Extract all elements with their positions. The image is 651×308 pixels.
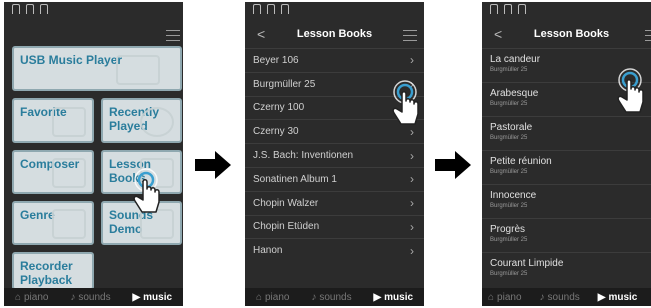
nav-sounds[interactable]: ♪ sounds	[70, 292, 110, 303]
header: < Lesson Books	[245, 20, 424, 48]
tile-label: USB Music Player	[20, 53, 123, 67]
nav-piano[interactable]: ⌂ piano	[15, 292, 49, 303]
list-item[interactable]: Chopin Walzer ›	[245, 190, 424, 215]
chevron-right-icon: ›	[410, 53, 414, 68]
chevron-right-icon: ›	[410, 196, 414, 211]
sounds-icon: ♪	[311, 291, 317, 303]
play-icon: ▶	[373, 291, 382, 303]
list-item[interactable]: Sonatinen Album 1 ›	[245, 166, 424, 191]
nav-music[interactable]: ▶ music	[373, 292, 413, 303]
nav-piano[interactable]: ⌂ piano	[256, 292, 290, 303]
list-item[interactable]: J.S. Bach: Inventionen ›	[245, 143, 424, 167]
heart-icon	[52, 107, 86, 137]
play-icon: ▶	[597, 291, 606, 303]
bottom-nav: ⌂ piano ♪ sounds ▶ music	[245, 288, 424, 306]
nav-piano[interactable]: ⌂ piano	[488, 292, 522, 303]
piano-icon: ⌂	[14, 291, 21, 303]
nav-music[interactable]: ▶ music	[598, 292, 638, 303]
menu-icon[interactable]	[645, 30, 651, 41]
list-item[interactable]: Innocence Burgmüller 25	[482, 184, 651, 218]
tap-hand-icon	[617, 68, 644, 113]
page-title: Lesson Books	[533, 28, 610, 40]
bottom-nav: ⌂ piano ♪ sounds ▶ music	[482, 288, 651, 306]
arrow-right-icon	[435, 151, 471, 179]
status-icons	[12, 4, 48, 18]
tile-label: Genre	[20, 208, 55, 222]
burgmuller-list-screen: < Lesson Books La candeur Burgmüller 25 A…	[482, 2, 651, 306]
list-item[interactable]: Hanon ›	[245, 238, 424, 262]
tile-composer[interactable]: Composer	[12, 150, 94, 194]
tile-usb-music-player[interactable]: USB Music Player	[12, 46, 182, 91]
list-item[interactable]: Petite réunion Burgmüller 25	[482, 150, 651, 184]
sounds-icon: ♪	[539, 291, 545, 303]
menu-icon[interactable]	[166, 30, 180, 41]
list-item[interactable]: Chopin Etüden ›	[245, 214, 424, 239]
list-item[interactable]: Progrès Burgmüller 25	[482, 218, 651, 252]
sounds-icon: ♪	[70, 291, 76, 303]
page-title: Lesson Books	[296, 28, 373, 40]
piano-icon: ⌂	[488, 291, 495, 303]
list-item[interactable]: Courant Limpide Burgmüller 25	[482, 252, 651, 286]
usb-icon	[116, 55, 160, 85]
tap-hand-icon	[392, 80, 419, 125]
tile-recorder-playback[interactable]: Recorder Playback	[12, 252, 94, 290]
piano-icon: ⌂	[255, 291, 262, 303]
back-icon[interactable]: <	[257, 26, 265, 42]
status-icons	[253, 4, 289, 18]
genre-icon	[52, 209, 86, 239]
chevron-right-icon: ›	[410, 219, 414, 234]
chevron-right-icon: ›	[410, 172, 414, 187]
lesson-books-screen: < Lesson Books Beyer 106 › Burgmüller 25 ›…	[245, 2, 424, 306]
home-screen: USB Music Player Favorite Recently Playe…	[4, 2, 183, 306]
menu-icon[interactable]	[403, 30, 417, 41]
bottom-nav: ⌂ piano ♪ sounds ▶ music	[4, 288, 183, 306]
play-icon: ▶	[132, 291, 141, 303]
back-icon[interactable]: <	[494, 26, 502, 42]
chevron-right-icon: ›	[410, 148, 414, 163]
nav-sounds[interactable]: ♪ sounds	[311, 292, 351, 303]
chevron-right-icon: ›	[410, 243, 414, 258]
status-icons	[490, 4, 526, 18]
list-item[interactable]: Beyer 106 ›	[245, 48, 424, 72]
tile-label: Recorder Playback	[20, 259, 73, 287]
tile-favorite[interactable]: Favorite	[12, 98, 94, 143]
tile-recently-played[interactable]: Recently Played	[101, 98, 182, 143]
header: < Lesson Books	[482, 20, 651, 48]
arrow-right-icon	[195, 151, 231, 179]
nav-music[interactable]: ▶ music	[132, 292, 172, 303]
tap-hand-icon	[133, 168, 160, 213]
nav-sounds[interactable]: ♪ sounds	[540, 292, 580, 303]
tile-genre[interactable]: Genre	[12, 201, 94, 245]
composer-icon	[52, 158, 86, 188]
clock-icon	[140, 107, 174, 137]
